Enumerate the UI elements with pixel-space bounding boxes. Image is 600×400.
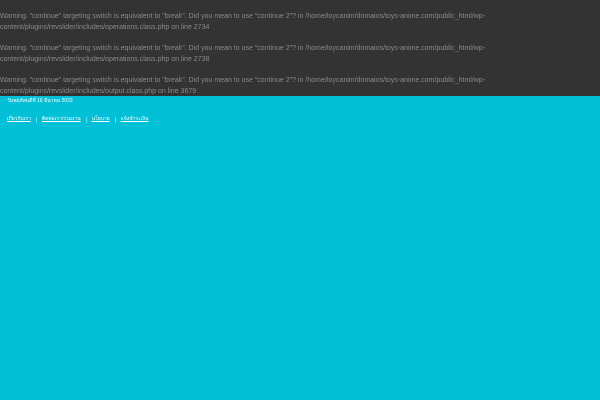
nav-link-payment[interactable]: แจ้งชำระเงิน bbox=[121, 116, 149, 123]
nav-divider bbox=[35, 116, 37, 123]
php-warning-text: Warning: "continue" targeting switch is … bbox=[0, 45, 486, 63]
nav-link-about[interactable]: เกี่ยวกับเรา bbox=[7, 116, 31, 123]
php-warning-text: Warning: "continue" targeting switch is … bbox=[0, 13, 486, 31]
site-header-bar: วันพฤหัสบดีที่ 16 มีนาคม 2023 เกี่ยวกับเ… bbox=[0, 96, 600, 400]
nav-link-policy[interactable]: นโยบาย bbox=[92, 116, 110, 123]
nav-divider bbox=[114, 116, 116, 123]
nav-divider bbox=[85, 116, 87, 123]
php-warnings-panel: Warning: "continue" targeting switch is … bbox=[0, 0, 600, 96]
current-date: วันพฤหัสบดีที่ 16 มีนาคม 2023 bbox=[7, 98, 73, 104]
nav-link-contact[interactable]: ติดต่อเรา/ร่วมงาน bbox=[42, 116, 81, 123]
top-nav: เกี่ยวกับเรา ติดต่อเรา/ร่วมงาน นโยบาย แจ… bbox=[7, 116, 148, 123]
php-warning-text: Warning: "continue" targeting switch is … bbox=[0, 77, 486, 95]
